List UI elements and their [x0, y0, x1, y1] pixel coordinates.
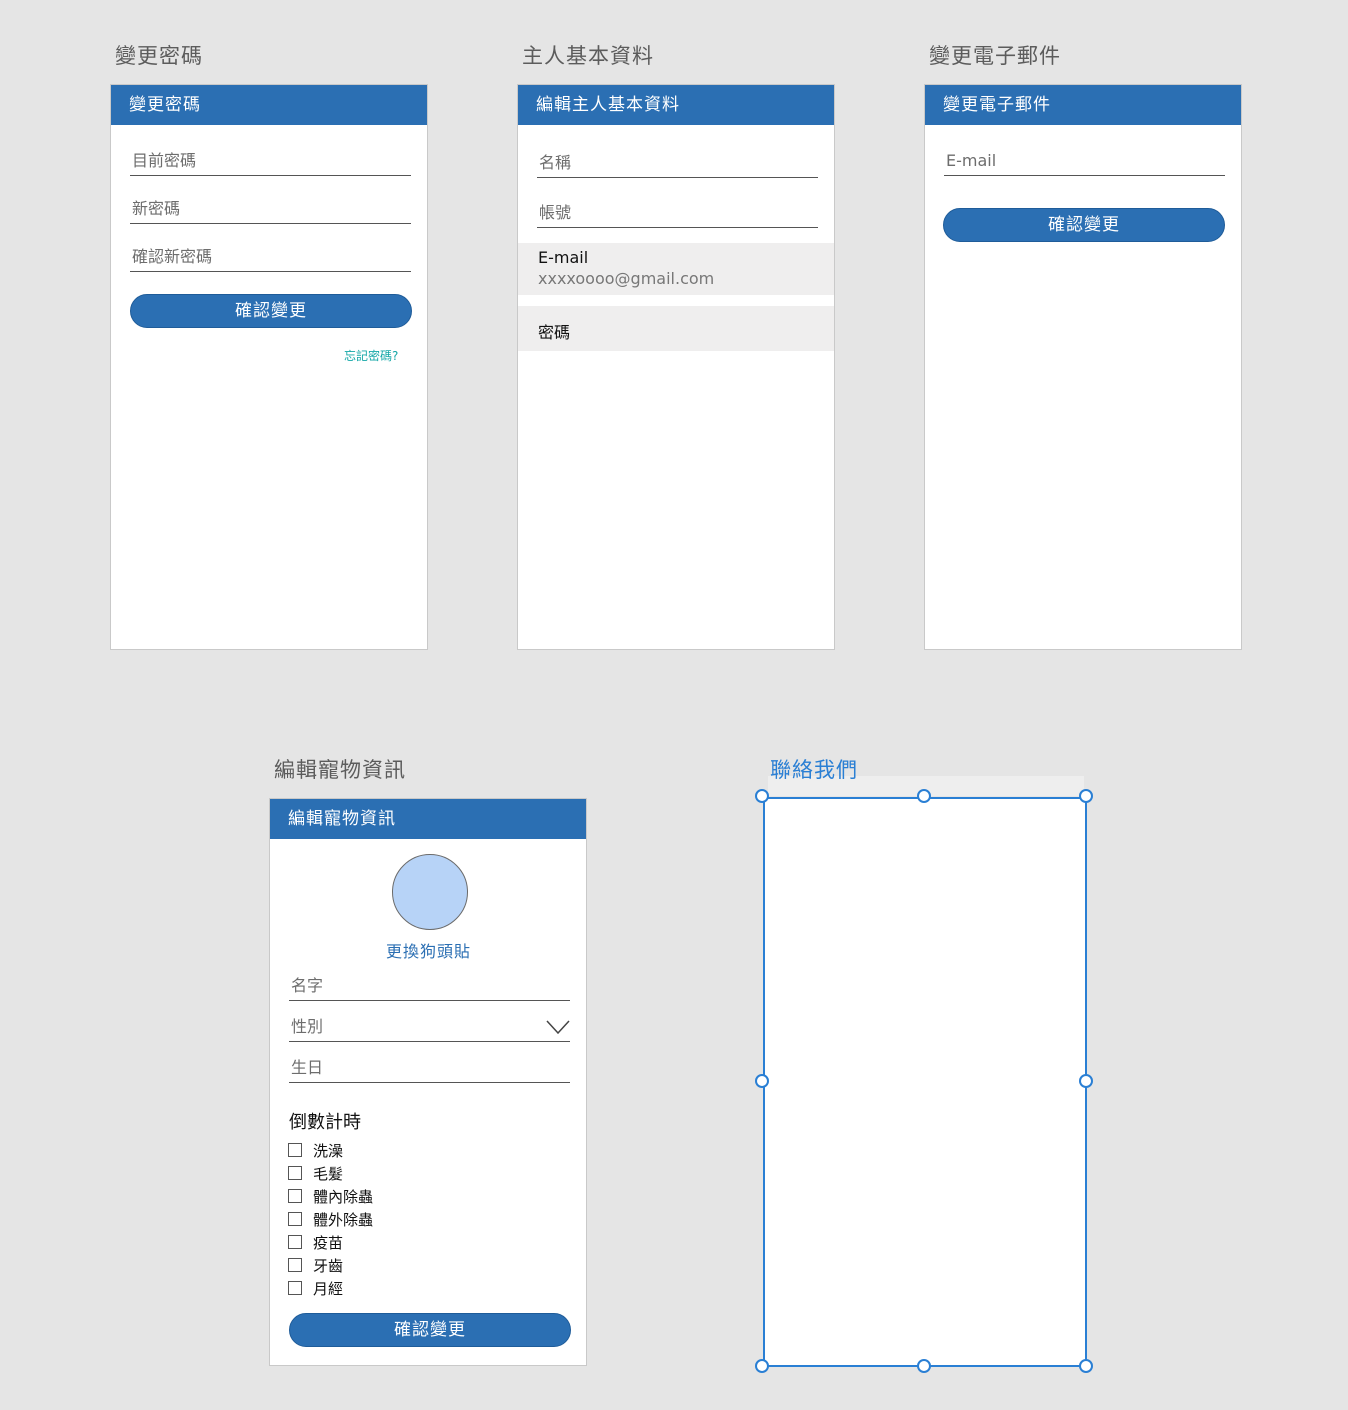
- birthday-field[interactable]: 生日: [289, 1055, 570, 1083]
- checkbox-box[interactable]: [288, 1143, 302, 1157]
- artboard-title-change-password[interactable]: 變更密碼: [115, 40, 203, 70]
- checkbox-label: 洗澡: [313, 1142, 344, 1160]
- artboard-title-owner-profile[interactable]: 主人基本資料: [522, 40, 654, 70]
- resize-handle-icon[interactable]: [755, 1359, 769, 1373]
- checkbox-internal-deworming[interactable]: 體內除蟲: [288, 1188, 373, 1206]
- forgot-password-link[interactable]: 忘記密碼?: [344, 347, 398, 364]
- resize-handle-icon[interactable]: [1079, 1359, 1093, 1373]
- password-row-label: 密碼: [538, 323, 571, 342]
- confirm-change-button[interactable]: 確認變更: [130, 294, 412, 328]
- confirm-new-password-field[interactable]: 確認新密碼: [130, 244, 411, 272]
- checkbox-label: 疫苗: [313, 1234, 344, 1252]
- new-password-field[interactable]: 新密碼: [130, 196, 411, 224]
- artboard-edit-pet[interactable]: 編輯寵物資訊 更換狗頭貼 名字 性別 生日 倒數計時 洗澡 毛髮 體內除蟲 體外…: [269, 798, 587, 1366]
- checkbox-hair[interactable]: 毛髮: [288, 1165, 343, 1183]
- email-row-label: E-mail: [538, 248, 589, 267]
- checkbox-label: 體外除蟲: [313, 1211, 374, 1229]
- checkbox-box[interactable]: [288, 1258, 302, 1272]
- resize-handle-icon[interactable]: [917, 1359, 931, 1373]
- current-password-field[interactable]: 目前密碼: [130, 148, 411, 176]
- screen-header: 變更密碼: [111, 85, 427, 125]
- artboard-title-edit-pet[interactable]: 編輯寵物資訊: [274, 754, 406, 784]
- checkbox-box[interactable]: [288, 1189, 302, 1203]
- screen-header: 變更電子郵件: [925, 85, 1241, 125]
- resize-handle-icon[interactable]: [755, 1074, 769, 1088]
- checkbox-label: 體內除蟲: [313, 1188, 374, 1206]
- checkbox-box[interactable]: [288, 1235, 302, 1249]
- email-row-value: xxxxoooo@gmail.com: [538, 269, 715, 288]
- checkbox-box[interactable]: [288, 1281, 302, 1295]
- checkbox-vaccine[interactable]: 疫苗: [288, 1234, 343, 1252]
- canvas: { "screens": { "change_password": { "tit…: [0, 0, 1348, 1410]
- email-field[interactable]: E-mail: [944, 148, 1225, 176]
- artboard-change-email[interactable]: 變更電子郵件 E-mail 確認變更: [924, 84, 1242, 650]
- chevron-down-icon[interactable]: [546, 1020, 570, 1034]
- checkbox-label: 毛髮: [313, 1165, 344, 1183]
- resize-handle-icon[interactable]: [1079, 789, 1093, 803]
- resize-handle-icon[interactable]: [755, 789, 769, 803]
- resize-handle-icon[interactable]: [917, 789, 931, 803]
- account-field[interactable]: 帳號: [537, 200, 818, 228]
- artboard-title-change-email[interactable]: 變更電子郵件: [929, 40, 1061, 70]
- checkbox-external-deworming[interactable]: 體外除蟲: [288, 1211, 373, 1229]
- checkbox-teeth[interactable]: 牙齒: [288, 1257, 343, 1275]
- change-avatar-link[interactable]: 更換狗頭貼: [386, 938, 471, 962]
- resize-handle-icon[interactable]: [1079, 1074, 1093, 1088]
- checkbox-label: 月經: [313, 1280, 344, 1298]
- gender-select[interactable]: 性別: [289, 1014, 570, 1042]
- checkbox-bath[interactable]: 洗澡: [288, 1142, 343, 1160]
- checkbox-box[interactable]: [288, 1212, 302, 1226]
- password-row[interactable]: 密碼: [518, 306, 834, 351]
- pet-avatar[interactable]: [392, 854, 468, 930]
- checkbox-box[interactable]: [288, 1166, 302, 1180]
- artboard-contact-us[interactable]: [763, 797, 1087, 1367]
- checkbox-label: 牙齒: [313, 1257, 344, 1275]
- screen-header: 編輯寵物資訊: [270, 799, 586, 839]
- screen-header: 編輯主人基本資料: [518, 85, 834, 125]
- confirm-change-button[interactable]: 確認變更: [943, 208, 1225, 242]
- email-row[interactable]: E-mail xxxxoooo@gmail.com: [518, 243, 834, 295]
- confirm-change-button[interactable]: 確認變更: [289, 1313, 571, 1347]
- name-field[interactable]: 名稱: [537, 150, 818, 178]
- checkbox-menstruation[interactable]: 月經: [288, 1280, 343, 1298]
- gender-select-label: 性別: [291, 1017, 324, 1036]
- countdown-title: 倒數計時: [289, 1112, 361, 1133]
- artboard-title-contact-us[interactable]: 聯絡我們: [770, 754, 858, 784]
- pet-name-field[interactable]: 名字: [289, 973, 570, 1001]
- artboard-change-password[interactable]: 變更密碼 目前密碼 新密碼 確認新密碼 確認變更 忘記密碼?: [110, 84, 428, 650]
- artboard-owner-profile[interactable]: 編輯主人基本資料 名稱 帳號 E-mail xxxxoooo@gmail.com…: [517, 84, 835, 650]
